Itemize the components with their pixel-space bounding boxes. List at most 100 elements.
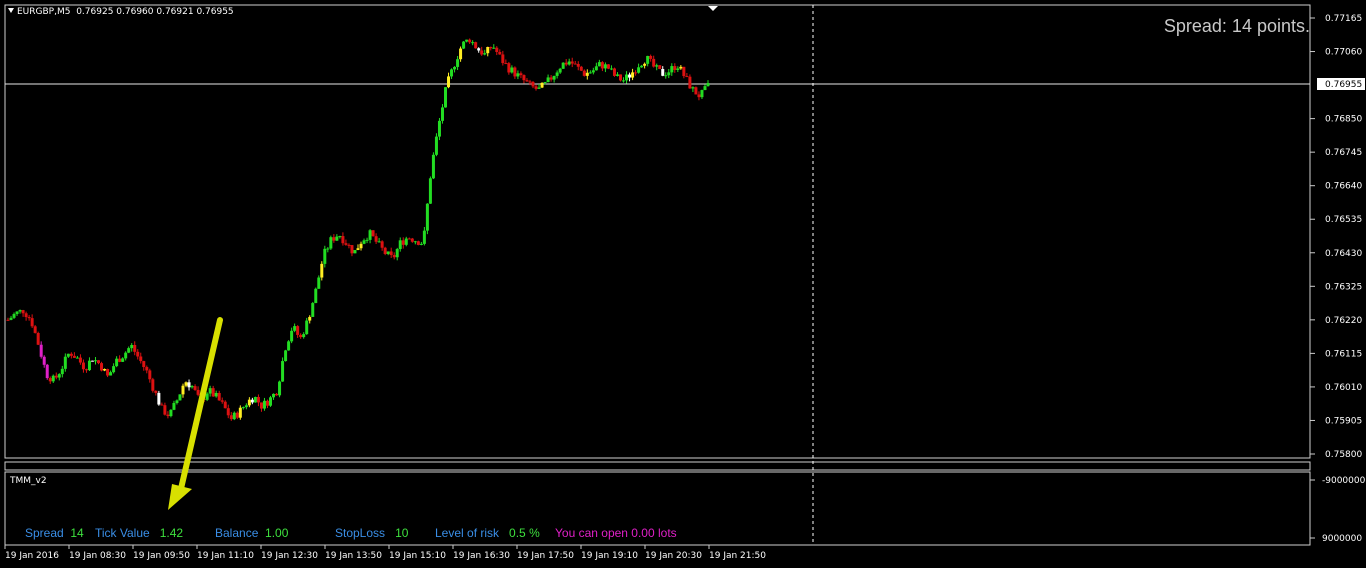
candle-body [498,52,502,55]
candle-body [175,400,179,403]
candle-body [241,407,245,409]
candle-body [87,360,91,371]
candle-body [480,50,484,55]
candle-body [447,76,451,88]
candle-body [118,358,122,362]
candle-body [184,382,188,386]
price-tick-label: 0.76430 [1325,249,1362,259]
price-tick-label: 0.76115 [1325,349,1362,359]
price-tick-label: 0.76220 [1325,316,1362,326]
candle-body [576,63,580,67]
candle-body [124,352,128,359]
candle-body [359,243,363,249]
candle-body [293,326,297,331]
candle-body [262,400,266,409]
candle-body [296,326,300,335]
candle-body [353,250,357,254]
candle-body [235,412,239,418]
candle-body [33,326,37,333]
candle-body [570,61,574,64]
candle-body [151,379,155,391]
candle-body [507,63,511,73]
time-axis: 19 Jan 2016 19 Jan 08:30 19 Jan 09:50 19 Ja… [4,545,766,561]
candle-body [136,351,140,357]
candle-body [504,63,508,65]
candle-body [100,363,104,371]
candle-body [389,251,393,256]
info-open-lots: You can open 0.00 lots [555,526,677,540]
candle-body [142,361,146,368]
candle-body [112,366,116,373]
candle-body [81,362,85,370]
candle-body [275,393,279,396]
candle-body [51,375,55,382]
candle-body [516,73,520,77]
candle-body [196,389,200,395]
candle-body [615,74,619,76]
time-tick-label: 19 Jan 13:50 [325,551,382,561]
candle-body [21,310,25,314]
candle-body [483,53,487,55]
candle-body [69,353,73,356]
candle-body [341,236,345,244]
chart-canvas[interactable]: 0.77165 0.77060 0.76850 0.76745 0.76640 0.765… [0,0,1366,568]
candle-body [350,245,354,254]
candle-body [66,353,70,357]
indicator-frame [4,461,1311,471]
candle-body [453,66,457,70]
dropdown-triangle-icon[interactable] [8,8,14,13]
candle-body [335,236,339,241]
candle-body [302,334,306,338]
candle-body [489,46,493,49]
candle-body [121,358,125,362]
candle-body [45,364,49,379]
price-tick-label: 0.77165 [1325,14,1362,24]
candle-body [42,356,46,365]
candle-body [673,66,677,70]
info-risk: Level of risk 0.5 % [435,526,540,540]
time-tick-label: 19 Jan 19:10 [581,551,638,561]
candle-body [670,66,674,73]
candle-body [459,48,463,60]
candle-body [549,77,553,80]
candle-body [428,178,432,204]
candle-body [115,358,119,367]
candle-body [290,330,294,342]
candle-body [145,367,149,371]
candle-body [148,370,152,380]
candle-body [311,303,315,317]
candle-body [365,239,369,241]
candle-body [401,240,405,245]
indicator-name: TMM_v2 [10,476,47,486]
candle-body [531,81,535,87]
candle-body [380,241,384,248]
candle-body [600,62,604,69]
candle-body [281,361,285,382]
candle-body [564,62,568,65]
candle-body [612,68,616,76]
candle-body [567,61,571,65]
candle-body [594,66,598,71]
spread-overlay: Spread: 14 points. [1163,16,1310,36]
candle-body [522,75,526,81]
candle-body [706,83,710,87]
candle-body [314,288,318,304]
candle-body [431,154,435,179]
candle-body [468,39,472,43]
candle-body [688,76,692,89]
candle-body [344,243,348,245]
price-tick-label: 0.76535 [1325,215,1362,225]
candle-body [9,317,13,320]
candle-body [640,65,644,68]
candle-body [157,392,161,405]
candlestick-series [6,38,710,421]
candle-body [57,374,61,378]
candle-body [244,405,248,408]
annotation-arrow [168,317,223,510]
candle-body [679,66,683,69]
candle-body [703,86,707,91]
chart-shift-marker[interactable] [708,6,718,11]
info-stoploss: StopLoss 10 [335,526,409,540]
candle-body [166,414,170,417]
candle-body [106,369,110,376]
